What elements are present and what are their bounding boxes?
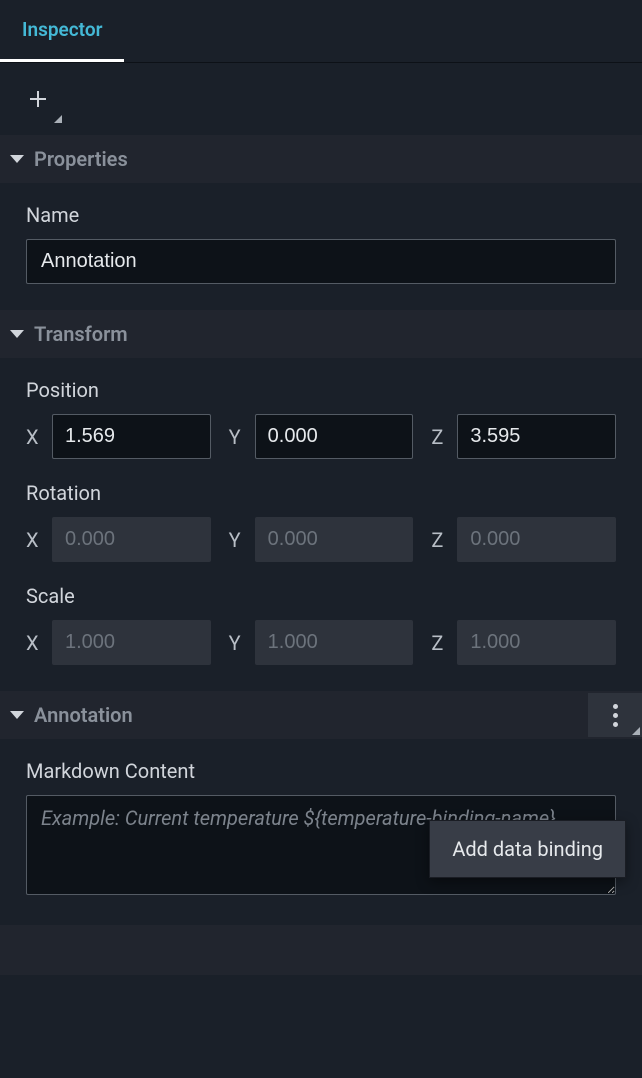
position-y-item: Y <box>229 414 414 459</box>
section-actions <box>588 691 642 739</box>
position-group: Position X Y Z <box>26 378 616 459</box>
scale-y-item: Y <box>229 620 414 665</box>
axis-label-z: Z <box>431 425 447 449</box>
rotation-x-item: X <box>26 517 211 562</box>
scale-label: Scale <box>26 584 616 608</box>
caret-down-icon <box>10 330 24 338</box>
scale-y-input[interactable] <box>255 620 414 665</box>
position-x-input[interactable] <box>52 414 211 459</box>
kebab-icon <box>613 704 618 727</box>
section-body-transform: Position X Y Z Rotation X Y <box>0 358 642 691</box>
annotation-menu-button[interactable] <box>588 693 642 737</box>
rotation-label: Rotation <box>26 481 616 505</box>
caret-down-icon <box>10 155 24 163</box>
plus-icon <box>26 87 50 111</box>
section-body-properties: Name <box>0 183 642 310</box>
tab-inspector[interactable]: Inspector <box>0 0 124 62</box>
empty-section <box>0 925 642 975</box>
axis-label-y: Y <box>229 528 245 552</box>
rotation-group: Rotation X Y Z <box>26 481 616 562</box>
position-label: Position <box>26 378 616 402</box>
axis-label-x: X <box>26 425 42 449</box>
rotation-y-input[interactable] <box>255 517 414 562</box>
section-header-properties[interactable]: Properties <box>0 135 642 183</box>
section-title-annotation: Annotation <box>34 703 133 727</box>
rotation-z-item: Z <box>431 517 616 562</box>
add-button[interactable] <box>20 81 56 117</box>
rotation-row: X Y Z <box>26 517 616 562</box>
scale-group: Scale X Y Z <box>26 584 616 665</box>
scale-z-input[interactable] <box>457 620 616 665</box>
position-z-input[interactable] <box>457 414 616 459</box>
scale-z-item: Z <box>431 620 616 665</box>
section-title-transform: Transform <box>34 322 128 346</box>
tab-bar: Inspector <box>0 0 642 63</box>
markdown-label: Markdown Content <box>26 759 616 783</box>
axis-label-x: X <box>26 528 42 552</box>
add-data-binding-menu-item[interactable]: Add data binding <box>429 820 626 878</box>
section-header-annotation[interactable]: Annotation <box>0 691 642 739</box>
position-x-item: X <box>26 414 211 459</box>
section-header-transform[interactable]: Transform <box>0 310 642 358</box>
axis-label-x: X <box>26 631 42 655</box>
name-label: Name <box>26 203 616 227</box>
position-row: X Y Z <box>26 414 616 459</box>
rotation-y-item: Y <box>229 517 414 562</box>
section-title-properties: Properties <box>34 147 128 171</box>
scale-x-item: X <box>26 620 211 665</box>
caret-down-icon <box>10 711 24 719</box>
scale-x-input[interactable] <box>52 620 211 665</box>
axis-label-y: Y <box>229 631 245 655</box>
rotation-x-input[interactable] <box>52 517 211 562</box>
axis-label-z: Z <box>431 528 447 552</box>
scale-row: X Y Z <box>26 620 616 665</box>
position-z-item: Z <box>431 414 616 459</box>
name-input[interactable] <box>26 239 616 284</box>
toolbar <box>0 63 642 135</box>
axis-label-z: Z <box>431 631 447 655</box>
rotation-z-input[interactable] <box>457 517 616 562</box>
position-y-input[interactable] <box>255 414 414 459</box>
axis-label-y: Y <box>229 425 245 449</box>
